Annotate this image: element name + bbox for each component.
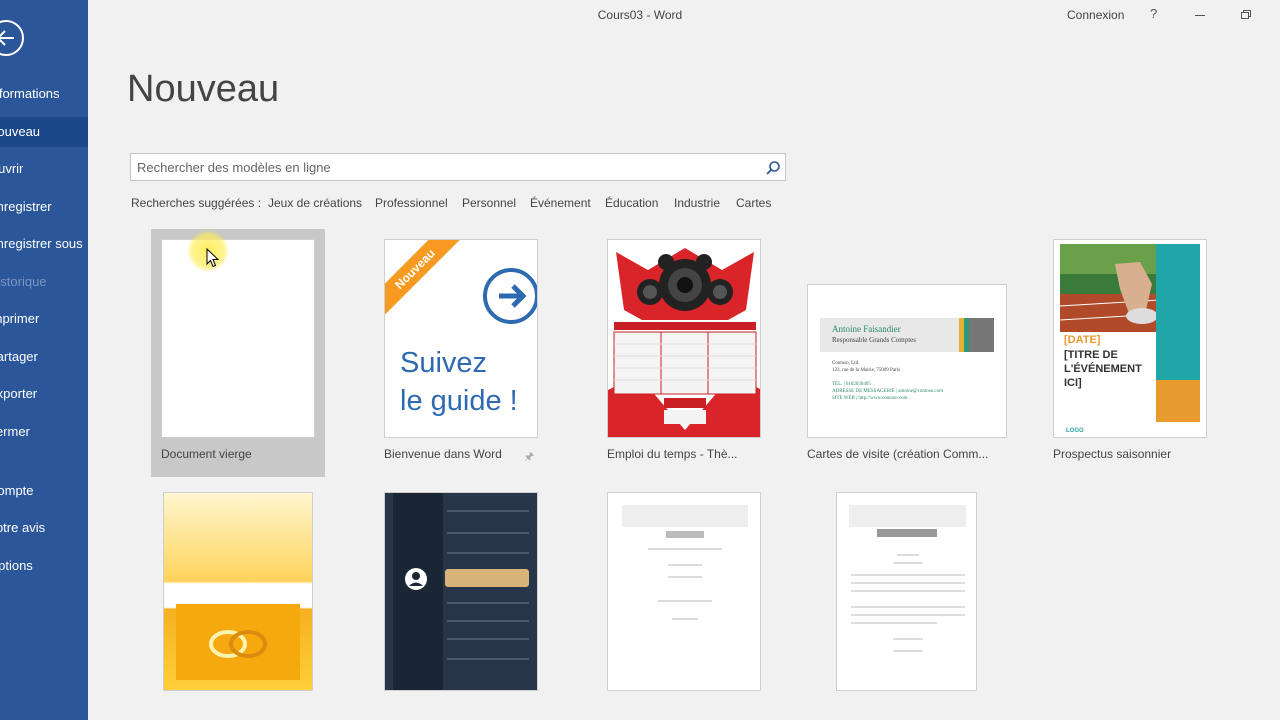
template-label: Bienvenue dans Word: [384, 447, 502, 461]
sidebar-item-exporter[interactable]: Exporter: [0, 379, 88, 409]
pin-icon[interactable]: 🖈: [524, 448, 534, 467]
template-label: Cartes de visite (création Comm...: [807, 447, 989, 461]
speakers-artwork: [608, 240, 760, 437]
sidebar-item-informations[interactable]: Informations: [0, 79, 88, 109]
template-search-box: [130, 153, 786, 181]
template-search-input[interactable]: [137, 158, 737, 176]
template-graphic-resume[interactable]: [384, 492, 538, 691]
guide-text-line1: Suivez: [400, 347, 488, 379]
sidebar-item-ouvrir[interactable]: Ouvrir: [0, 154, 88, 184]
template-emploi-du-temps[interactable]: [607, 239, 761, 438]
card-email: ADRESSE DE MESSAGERIE | antoine@contoso.…: [832, 389, 944, 394]
suggestion-jeux-de-creations[interactable]: Jeux de créations: [268, 196, 362, 210]
card-website: SITE WEB | http://www.contoso.com: [832, 396, 908, 401]
minimize-icon[interactable]: [1195, 15, 1205, 16]
sign-in-link[interactable]: Connexion: [1067, 8, 1124, 22]
suggested-searches-label: Recherches suggérées :: [131, 196, 262, 210]
flyer-orange-block: [1156, 380, 1200, 422]
sidebar-item-fermer[interactable]: Fermer: [0, 417, 88, 447]
template-label: Prospectus saisonnier: [1053, 447, 1172, 461]
help-button[interactable]: ?: [1150, 6, 1157, 21]
suggestion-personnel[interactable]: Personnel: [462, 196, 516, 210]
sidebar-item-enregistrer-sous[interactable]: Enregistrer sous: [0, 229, 88, 259]
guide-text: Suivez le guide !: [400, 344, 518, 420]
card-role: Responsable Grands Comptes: [832, 336, 916, 344]
template-business-cards[interactable]: Antoine Faisandier Responsable Grands Co…: [807, 284, 1007, 438]
mouse-pointer-icon: [206, 248, 220, 268]
sidebar-item-compte[interactable]: Compte: [0, 476, 88, 506]
back-button[interactable]: [0, 20, 24, 56]
flyer-title: [TITRE DE L'ÉVÉNEMENT ICI]: [1064, 349, 1142, 389]
window-title: Cours03 - Word: [597, 8, 683, 22]
suggestion-cartes[interactable]: Cartes: [736, 196, 771, 210]
runner-photo: [1060, 244, 1160, 332]
flyer-date: [DATE]: [1064, 334, 1101, 346]
template-wedding-invitation[interactable]: [163, 492, 313, 691]
flyer-teal-column: [1156, 244, 1200, 380]
template-blank-document[interactable]: [161, 239, 315, 438]
sidebar-item-options[interactable]: Options: [0, 551, 88, 581]
letter-artwork: [849, 505, 966, 652]
guide-text-line2: le guide !: [400, 385, 518, 417]
suggestion-education[interactable]: Éducation: [605, 196, 658, 210]
backstage-sidebar: Informations Nouveau Ouvrir Enregistrer …: [0, 0, 88, 720]
sidebar-item-imprimer[interactable]: Imprimer: [0, 304, 88, 334]
resume-artwork: [393, 493, 529, 690]
sidebar-item-historique: Historique: [0, 274, 47, 289]
sidebar-item-votre-avis[interactable]: Votre avis: [0, 513, 88, 543]
page-title: Nouveau: [127, 68, 280, 110]
suggestion-professionnel[interactable]: Professionnel: [375, 196, 448, 210]
card-company: Contoso, Ltd.: [832, 361, 860, 366]
arrow-right-circle-icon: [483, 268, 537, 324]
search-icon[interactable]: [765, 160, 781, 176]
suggestion-industrie[interactable]: Industrie: [674, 196, 720, 210]
arrow-left-icon: [0, 30, 14, 46]
restore-icon[interactable]: [1241, 10, 1252, 20]
card-address: 123, rue de la Mairie, 75009 Paris: [832, 368, 901, 373]
flyer-logo: LOGO: [1066, 428, 1084, 434]
letter-artwork: [622, 505, 748, 620]
template-letter-1[interactable]: [607, 492, 761, 691]
template-welcome-to-word[interactable]: Nouveau Suivez le guide !: [384, 239, 538, 438]
template-label: Document vierge: [161, 447, 252, 461]
suggestion-evenement[interactable]: Événement: [530, 196, 591, 210]
wedding-rings-image: [176, 604, 300, 680]
new-ribbon: Nouveau: [385, 240, 466, 320]
sidebar-item-nouveau[interactable]: Nouveau: [0, 117, 88, 147]
card-phone: TÉL. | 0102030405: [832, 382, 871, 387]
card-name: Antoine Faisandier: [832, 324, 901, 334]
sidebar-item-enregistrer[interactable]: Enregistrer: [0, 192, 88, 222]
template-label: Emploi du temps - Thè...: [607, 447, 738, 461]
sidebar-item-partager[interactable]: Partager: [0, 342, 88, 372]
template-letter-2[interactable]: [836, 492, 977, 691]
card-accent-grey: [969, 318, 994, 352]
template-seasonal-flyer[interactable]: [DATE] [TITRE DE L'ÉVÉNEMENT ICI] LOGO: [1053, 239, 1207, 438]
